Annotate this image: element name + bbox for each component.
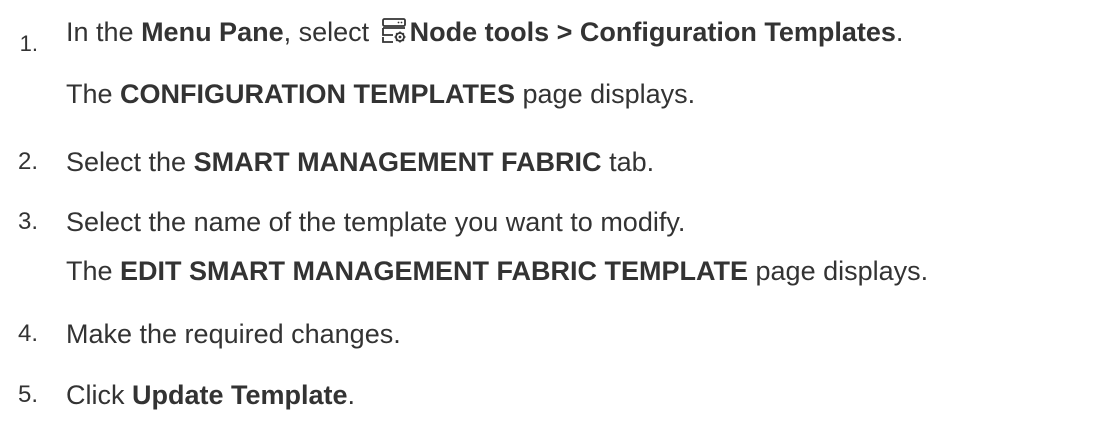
step-number: 4. (17, 320, 38, 347)
step-text: Select the SMART MANAGEMENT FABRIC tab. (66, 147, 655, 177)
update-template-label: Update Template (132, 380, 348, 410)
step-1-result: The CONFIGURATION TEMPLATES page display… (0, 78, 1102, 118)
node-tools-path: Node tools > Configuration Templates (409, 17, 896, 47)
step-2: 2. Select the SMART MANAGEMENT FABRIC ta… (0, 146, 1102, 186)
node-tools-icon (381, 18, 406, 43)
step-4: 4. Make the required changes. (0, 318, 1102, 358)
step-number: 1. (19, 31, 38, 56)
edit-template-page-label: EDIT SMART MANAGEMENT FABRIC TEMPLATE (120, 256, 749, 286)
step-number: 5. (17, 381, 38, 408)
step-3-result: The EDIT SMART MANAGEMENT FABRIC TEMPLAT… (0, 255, 1102, 295)
step-5: 5. Click Update Template. (0, 379, 1102, 419)
step-text: Select the name of the template you want… (66, 207, 686, 237)
step-result-text: The CONFIGURATION TEMPLATES page display… (66, 79, 696, 109)
configuration-templates-label: CONFIGURATION TEMPLATES (120, 79, 516, 109)
step-1: 1. In the Menu Pane, select Node tools >… (0, 16, 1102, 56)
step-text: Click Update Template. (66, 380, 356, 410)
step-result-text: The EDIT SMART MANAGEMENT FABRIC TEMPLAT… (66, 256, 929, 286)
step-text: In the Menu Pane, select Node tools > Co… (66, 17, 904, 47)
step-number: 3. (17, 208, 38, 235)
menu-pane-label: Menu Pane (141, 17, 284, 47)
procedure-steps: 1. In the Menu Pane, select Node tools >… (0, 0, 1102, 445)
smart-management-fabric-tab-label: SMART MANAGEMENT FABRIC (193, 147, 602, 177)
step-text: Make the required changes. (66, 319, 401, 349)
step-number: 2. (17, 148, 38, 175)
step-3: 3. Select the name of the template you w… (0, 206, 1102, 246)
